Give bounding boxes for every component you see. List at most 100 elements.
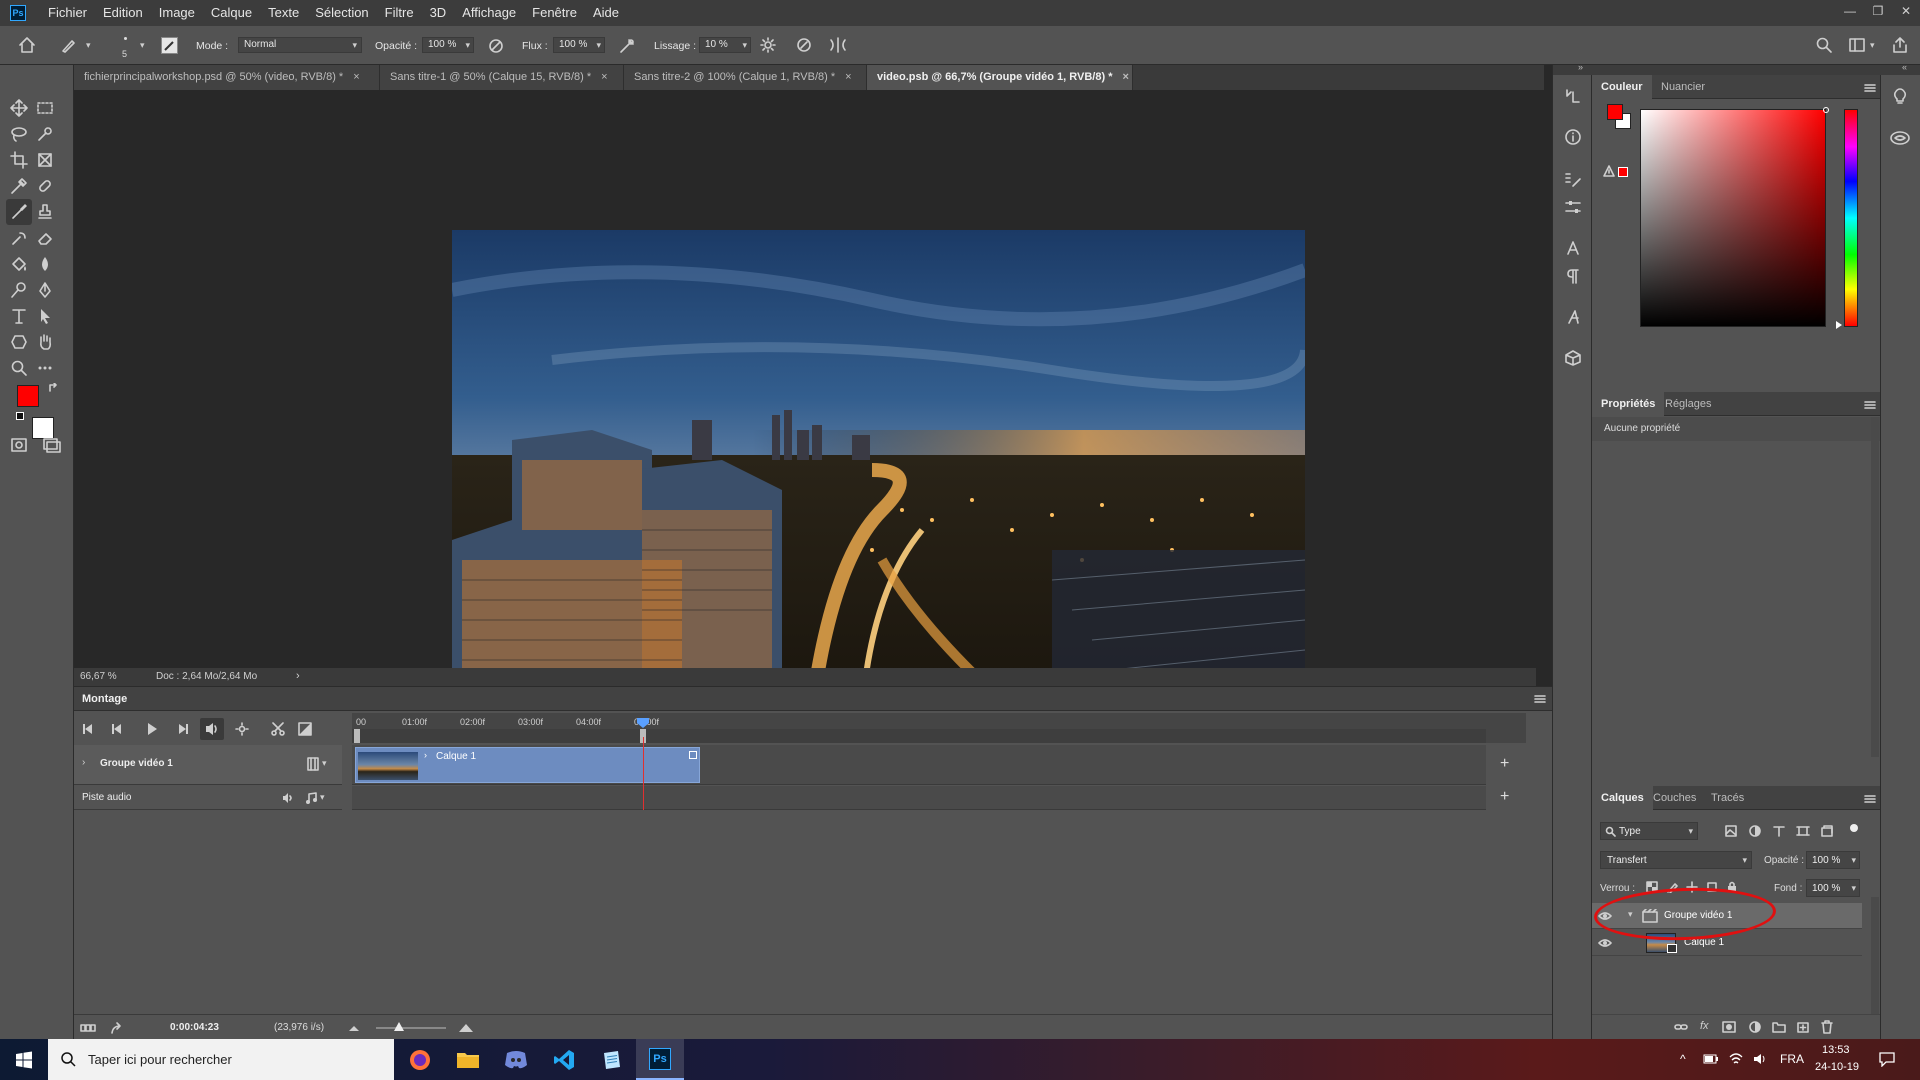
clock-date[interactable]: 24-10-19 [1815,1061,1859,1073]
new-group-folder-icon[interactable] [1772,1021,1786,1033]
go-to-first-frame-icon[interactable] [80,723,94,735]
paragraph-icon[interactable] [1564,267,1582,285]
chevron-right-icon[interactable]: › [424,750,427,760]
tab-couleur[interactable]: Couleur [1592,75,1652,99]
home-icon[interactable] [17,35,37,55]
firefox-icon[interactable] [396,1039,444,1080]
shape-icon[interactable] [6,329,32,355]
tab-fichierprincipal[interactable]: fichierprincipalworkshop.psd @ 50% (vide… [74,65,380,90]
lasso-icon[interactable] [6,121,32,147]
filter-toggle-icon[interactable] [1850,824,1858,832]
menu-selection[interactable]: Sélection [307,0,376,26]
adjustments-sliders-icon[interactable] [1564,198,1582,216]
screen-mode-icon[interactable] [42,437,62,453]
zoom-icon[interactable] [6,355,32,381]
menu-filtre[interactable]: Filtre [377,0,422,26]
track-lane-group[interactable]: › Calque 1 [352,745,1486,785]
workspace-icon[interactable] [1848,37,1866,53]
close-tab-icon[interactable]: × [353,71,359,83]
hand-icon[interactable] [32,329,58,355]
filter-adjustment-icon[interactable] [1748,824,1762,838]
healing-brush-icon[interactable] [32,173,58,199]
brush-tool-icon[interactable] [6,199,32,225]
zoom-in-mountain-icon[interactable] [458,1021,474,1033]
opacity-field[interactable]: 100 % ▾ [422,37,474,53]
more-tools-icon[interactable] [32,355,58,381]
battery-icon[interactable] [1703,1052,1719,1066]
hue-slider[interactable] [1844,109,1858,327]
crop-icon[interactable] [6,147,32,173]
pen-icon[interactable] [32,277,58,303]
photoshop-taskbar-icon[interactable]: Ps [636,1039,684,1080]
collapse-arrows-icon[interactable]: » [1578,62,1583,72]
menu-3d[interactable]: 3D [422,0,455,26]
airbrush-icon[interactable] [618,37,636,55]
character-icon[interactable] [1564,239,1582,257]
move-tool-icon[interactable] [6,95,32,121]
file-explorer-icon[interactable] [444,1039,492,1080]
tab-proprietes[interactable]: Propriétés [1592,392,1665,416]
panel-menu-icon[interactable] [1864,400,1876,410]
menu-edition[interactable]: Edition [95,0,151,26]
brush-tool-preset-icon[interactable] [60,37,78,53]
pressure-opacity-icon[interactable] [487,37,505,55]
previous-frame-icon[interactable] [111,723,125,735]
smoothing-field[interactable]: 10 % ▾ [699,37,751,53]
restore-button[interactable]: ❐ [1864,0,1892,22]
gamut-swatch[interactable] [1618,167,1628,177]
menu-affichage[interactable]: Affichage [454,0,524,26]
music-note-icon[interactable] [304,791,318,805]
menu-fenetre[interactable]: Fenêtre [524,0,585,26]
history-icon[interactable] [1564,87,1582,105]
paint-bucket-icon[interactable] [6,251,32,277]
warning-triangle-icon[interactable] [1603,165,1615,177]
libraries-icon[interactable] [1889,129,1911,147]
time-ruler[interactable]: 00 01:00f 02:00f 03:00f 04:00f 05:00f [352,713,1486,743]
chevron-down-icon[interactable]: ▾ [1870,40,1875,51]
document-image[interactable] [452,230,1305,710]
gear-icon[interactable] [759,36,777,54]
tab-reglages[interactable]: Réglages [1656,392,1720,416]
symmetry-icon[interactable] [828,36,848,54]
color-field[interactable] [1640,109,1826,327]
search-box[interactable]: Taper ici pour rechercher [48,1039,394,1080]
tab-traces[interactable]: Tracés [1702,786,1753,810]
discord-icon[interactable] [492,1039,540,1080]
info-icon[interactable] [1564,128,1582,146]
default-colors-icon[interactable] [16,412,24,420]
wifi-icon[interactable] [1728,1051,1744,1067]
blend-mode-select[interactable]: Transfert ▾ [1600,851,1752,869]
tab-video-psb[interactable]: video.psb @ 66,7% (Groupe vidéo 1, RVB/8… [867,65,1133,90]
playhead[interactable] [636,717,650,729]
volume-icon[interactable] [1752,1051,1768,1067]
properties-scrollbar[interactable] [1871,417,1879,757]
close-tab-icon[interactable]: × [601,71,607,83]
menu-aide[interactable]: Aide [585,0,627,26]
visibility-eye-icon[interactable] [1598,937,1612,949]
menu-texte[interactable]: Texte [260,0,307,26]
layer-opacity-field[interactable]: 100 % ▾ [1806,851,1860,869]
rectangle-marquee-icon[interactable] [32,95,58,121]
add-media-button[interactable]: + [1486,745,1526,785]
clone-stamp-icon[interactable] [32,199,58,225]
video-clip[interactable]: › Calque 1 [355,747,700,783]
timeline-title[interactable]: Montage [82,693,127,705]
filter-shape-icon[interactable] [1796,824,1810,838]
blur-icon[interactable] [32,251,58,277]
layer-filter-select[interactable]: Type ▾ [1600,822,1698,840]
share-icon[interactable] [1891,36,1909,54]
filter-pixel-icon[interactable] [1724,824,1738,838]
minimize-button[interactable]: — [1836,0,1864,22]
start-button[interactable] [0,1039,48,1080]
render-video-icon[interactable] [110,1021,124,1035]
panel-menu-icon[interactable] [1534,694,1546,704]
eraser-icon[interactable] [32,225,58,251]
track-header-audio[interactable]: Piste audio ▾ [74,786,342,810]
history-brush-icon[interactable] [6,225,32,251]
collapse-arrows-icon[interactable]: « [1902,62,1907,72]
panel-foreground-swatch[interactable] [1607,104,1623,120]
search-icon[interactable] [1815,36,1833,54]
new-layer-icon[interactable] [1796,1020,1810,1034]
chevron-right-icon[interactable]: › [82,757,85,768]
zoom-out-mountain-icon[interactable] [348,1024,360,1032]
